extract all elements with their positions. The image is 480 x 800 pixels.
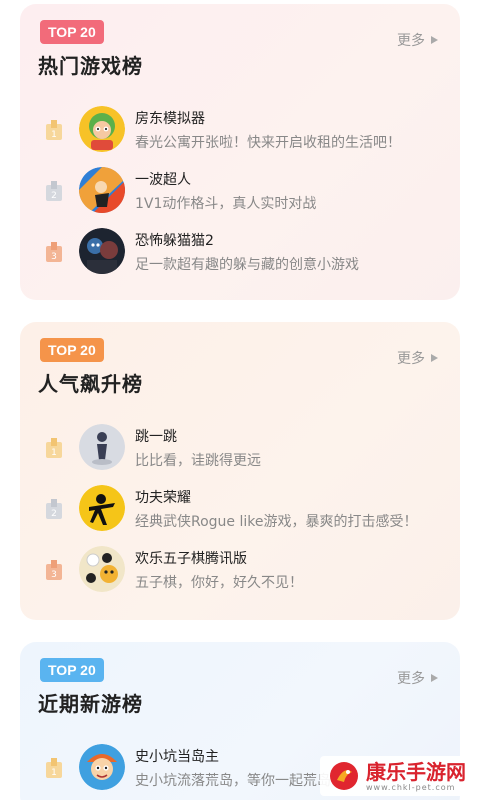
more-label: 更多 [397, 671, 425, 687]
top20-badge: TOP 20 [40, 658, 104, 682]
game-name: 恐怖躲猫猫2 [135, 233, 214, 249]
gomoku-icon[interactable] [79, 546, 125, 592]
more-link[interactable]: 更多 [397, 348, 438, 368]
wave-superman-icon[interactable] [79, 167, 125, 213]
watermark-title: 康乐手游网 [366, 759, 466, 784]
game-row[interactable]: 2 功夫荣耀 经典武侠Rogue like游戏，暴爽的打击感受！ [20, 481, 460, 537]
top20-badge: TOP 20 [40, 20, 104, 44]
game-name: 一波超人 [135, 172, 191, 188]
arrow-right-icon [431, 674, 438, 682]
game-desc: 春光公寓开张啦！快来开启收租的生活吧！ [135, 135, 401, 151]
rank-1-icon: 1 [46, 438, 62, 458]
jump-jump-icon[interactable] [79, 424, 125, 470]
svg-text:2: 2 [51, 509, 57, 519]
game-row[interactable]: 2 一波超人 1V1动作格斗，真人实时对战 [20, 163, 460, 219]
watermark-url: www.chkl-pet.com [366, 782, 456, 792]
svg-text:1: 1 [51, 768, 57, 778]
game-name: 跳一跳 [135, 429, 177, 445]
game-row[interactable]: 1 房东模拟器 春光公寓开张啦！快来开启收租的生活吧！ [20, 102, 460, 158]
game-desc: 经典武侠Rogue like游戏，暴爽的打击感受！ [135, 514, 418, 530]
svg-text:3: 3 [51, 570, 57, 580]
rank-2-icon: 2 [46, 499, 62, 519]
svg-text:1: 1 [51, 448, 57, 458]
island-owner-icon[interactable] [79, 744, 125, 790]
game-row[interactable]: 3 恐怖躲猫猫2 足一款超有趣的躲与藏的创意小游戏 [20, 224, 460, 280]
horror-hide-seek-icon[interactable] [79, 228, 125, 274]
landlord-sim-icon[interactable] [79, 106, 125, 152]
game-desc: 史小坑流落荒岛，等你一起荒岛 [135, 773, 331, 789]
hot-games-card: TOP 20 热门游戏榜 更多 1 房东模拟器 春光公寓开张啦！快来开启收租的生… [20, 4, 460, 300]
game-row[interactable]: 1 跳一跳 比比看，诖跳得更远 [20, 420, 460, 476]
game-name: 史小坑当岛主 [135, 749, 219, 765]
svg-text:3: 3 [51, 252, 57, 262]
section-title: 近期新游榜 [38, 692, 143, 716]
watermark-text: 康乐手游网 www.chkl-pet.com [366, 761, 466, 792]
rank-2-icon: 2 [46, 181, 62, 201]
arrow-right-icon [431, 36, 438, 44]
more-link[interactable]: 更多 [397, 668, 438, 688]
rank-3-icon: 3 [46, 560, 62, 580]
site-watermark: 康乐手游网 www.chkl-pet.com [320, 756, 474, 796]
svg-text:2: 2 [51, 191, 57, 201]
kungfu-glory-icon[interactable] [79, 485, 125, 531]
more-label: 更多 [397, 351, 425, 367]
rank-1-icon: 1 [46, 758, 62, 778]
site-logo-icon [330, 762, 358, 790]
game-name: 房东模拟器 [135, 111, 205, 127]
rising-games-card: TOP 20 人气飙升榜 更多 1 跳一跳 比比看，诖跳得更远 2 功夫荣耀 经… [20, 322, 460, 620]
section-title: 人气飙升榜 [38, 372, 143, 396]
game-desc: 足一款超有趣的躲与藏的创意小游戏 [135, 257, 359, 273]
rank-1-icon: 1 [46, 120, 62, 140]
section-title: 热门游戏榜 [38, 54, 143, 78]
arrow-right-icon [431, 354, 438, 362]
game-name: 功夫荣耀 [135, 490, 191, 506]
game-desc: 1V1动作格斗，真人实时对战 [135, 196, 317, 212]
more-link[interactable]: 更多 [397, 30, 438, 50]
game-desc: 五子棋，你好，好久不见！ [135, 575, 303, 591]
svg-text:1: 1 [51, 130, 57, 140]
game-desc: 比比看，诖跳得更远 [135, 453, 261, 469]
game-row[interactable]: 3 欢乐五子棋腾讯版 五子棋，你好，好久不见！ [20, 542, 460, 598]
game-name: 欢乐五子棋腾讯版 [135, 551, 247, 567]
more-label: 更多 [397, 33, 425, 49]
rank-3-icon: 3 [46, 242, 62, 262]
top20-badge: TOP 20 [40, 338, 104, 362]
